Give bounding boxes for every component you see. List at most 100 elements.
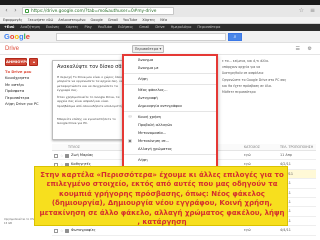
- forward-arrow-icon[interactable]: ›: [12, 7, 19, 14]
- column-modified[interactable]: ΤΕΛ. ΤΡΟΠΟΠΟΙΗΣΗ: [280, 144, 313, 151]
- menu-item[interactable]: Νέος φάκελος...: [124, 86, 216, 94]
- menu-item[interactable]: Δημιουργία αντιγράφου: [124, 102, 216, 110]
- menu-item-label: Λήψη: [138, 158, 148, 162]
- menu-item-label: Δημιουργία αντιγράφου: [138, 104, 182, 108]
- bookmark-item[interactable]: Ξεκινήστε εδώ: [27, 17, 53, 23]
- menu-item[interactable]: Προβολή αλλαγών: [124, 121, 216, 129]
- star-icon[interactable]: ☆: [60, 228, 64, 233]
- file-owner: εγώ: [244, 228, 251, 233]
- menu-item-label: Μετακίνηση σε...: [138, 139, 170, 143]
- browser-toolbar: ‹ › https://drive.google.com/?tab=mo&aut…: [0, 5, 320, 17]
- menu-item-icon: [128, 147, 132, 151]
- caption-text: Στην καρτέλα «Περισσότερα» έχουμε κι άλλ…: [39, 171, 285, 227]
- menu-item-label: Νέος φάκελος...: [138, 88, 168, 92]
- google-bar-item[interactable]: Gmail: [139, 24, 149, 31]
- file-name[interactable]: Ζωή Μαρίας: [71, 151, 93, 160]
- back-arrow-icon[interactable]: ‹: [3, 7, 10, 14]
- search-input[interactable]: [56, 33, 226, 41]
- menu-item[interactable]: ▣ Μετακίνηση σε...: [124, 137, 216, 145]
- search-row: Google ⌕: [0, 31, 320, 43]
- welcome-paragraph: Όταν χρησιμοποιείτε το Google Drive, τα …: [57, 95, 123, 108]
- address-url: https://drive.google.com/?tab=mo&authuse…: [31, 9, 157, 14]
- bookmark-item[interactable]: Απλουστευμένο: [58, 17, 85, 23]
- bookmark-item[interactable]: Gmail: [108, 17, 118, 23]
- menu-item-label: Μετονομασία...: [138, 131, 167, 135]
- menu-item[interactable]: ⚇ Κοινή χρήση: [124, 113, 216, 121]
- menu-item-icon: ⚇: [128, 114, 132, 119]
- menu-item-icon: [128, 123, 132, 127]
- bookmark-item[interactable]: Χάρτες: [142, 17, 155, 23]
- google-bar-item[interactable]: Αναζήτηση: [20, 24, 40, 31]
- column-title[interactable]: ΤΙΤΛΟΣ: [68, 144, 80, 151]
- bookmark-item[interactable]: Νέα: [160, 17, 167, 23]
- menu-item-label: Προβολή αλλαγών: [138, 123, 173, 127]
- create-button[interactable]: ΔΗΜΙΟΥΡΓΙΑ: [5, 58, 33, 66]
- google-bar-item[interactable]: Χάρτες: [65, 24, 78, 31]
- menu-item[interactable]: Άνοιγμα με: [124, 64, 216, 72]
- folder-icon: [65, 153, 69, 158]
- welcome-panel: Ανακαλύψτε τον δίσκο σας × Η περιοχή Το …: [52, 60, 125, 140]
- google-bar: +Εσύ Αναζήτηση Εικόνες Χάρτες Play YouTube Ειδ…: [0, 24, 320, 31]
- menu-item-icon: ▣: [128, 138, 132, 143]
- info-text: Μάθετε περισσότερα: [222, 90, 256, 95]
- menu-separator: [124, 84, 216, 85]
- right-panel-text: ε τα... κείμενα, και ό,τι άλλο. υπάρχουν …: [222, 58, 316, 95]
- google-bar-item[interactable]: Ημερολόγιο: [171, 24, 192, 31]
- menu-item-icon: [128, 96, 132, 100]
- bookmark-item[interactable]: Εφαρμογές: [3, 17, 22, 23]
- lock-icon: [25, 9, 29, 13]
- google-bar-item[interactable]: Ειδήσεις: [118, 24, 133, 31]
- upload-button[interactable]: [29, 58, 38, 66]
- row-checkbox[interactable]: [54, 228, 58, 233]
- sidebar-nav: Το Drive μου Κοινόχρηστα Με αστέρι Πρόσφατα…: [5, 69, 47, 107]
- menu-item-icon: [128, 131, 132, 135]
- search-icon: ⌕: [233, 34, 237, 40]
- menu-item[interactable]: Μετονομασία...: [124, 129, 216, 137]
- google-bar-item[interactable]: +Εσύ: [4, 24, 14, 31]
- drive-title: Drive: [5, 46, 20, 52]
- folder-icon: [65, 228, 69, 233]
- bookmarks-bar: Εφαρμογές Ξεκινήστε εδώ Απλουστευμένο Googl…: [0, 17, 320, 24]
- browser-menu-icons[interactable]: ☆ ≡: [299, 7, 317, 14]
- star-icon[interactable]: ☆: [60, 153, 64, 158]
- welcome-paragraph: Μπορείτε επίσης να εγκαταστήσετε το Goog…: [57, 117, 116, 126]
- file-modified: 11 Απρ: [280, 153, 292, 157]
- google-bar-item[interactable]: YouTube: [98, 24, 112, 31]
- file-name[interactable]: Φωτογραφίες: [71, 226, 96, 235]
- menu-item[interactable]: Λήψη: [124, 75, 216, 83]
- menu-item-label: Αντιγραφή: [138, 96, 158, 100]
- menu-item[interactable]: Αλλαγή χρώματος: [124, 145, 216, 153]
- caption-box: Στην καρτέλα «Περισσότερα» έχουμε κι άλλ…: [34, 166, 288, 226]
- file-modified: 4/4/11: [280, 228, 291, 233]
- google-bar-item[interactable]: Περισσότερα: [197, 24, 220, 31]
- menu-separator: [124, 111, 216, 112]
- bookmark-item[interactable]: YouTube: [123, 17, 137, 23]
- table-row[interactable]: ☆ Φωτογραφίες εγώ 4/4/11: [52, 226, 316, 236]
- sidebar-item[interactable]: Λήψη Drive για PC: [5, 101, 47, 107]
- menu-item[interactable]: Αντιγραφή: [124, 94, 216, 102]
- menu-item-icon: [128, 66, 132, 70]
- search-button[interactable]: ⌕: [228, 33, 242, 41]
- menu-item[interactable]: Λήψη: [124, 156, 216, 164]
- menu-item-label: Άνοιγμα με: [138, 66, 159, 70]
- menu-item[interactable]: Άνοιγμα: [124, 56, 216, 64]
- google-bar-item[interactable]: Play: [84, 24, 91, 31]
- column-owner[interactable]: ΚΑΤΟΧΟΣ: [244, 144, 260, 151]
- row-checkbox[interactable]: [54, 153, 58, 158]
- welcome-paragraph: Η περιοχή Το Drive μου είναι ο χώρος όπο…: [57, 75, 123, 93]
- menu-item-icon: [128, 158, 132, 162]
- google-bar-item[interactable]: Εικόνες: [46, 24, 60, 31]
- google-logo: Google: [4, 33, 30, 41]
- google-bar-item[interactable]: Drive: [155, 24, 164, 31]
- google-logo-letter: e: [25, 32, 30, 41]
- menu-item-icon: [128, 88, 132, 92]
- bookmark-item[interactable]: Google: [90, 17, 102, 23]
- menu-item-label: Λήψη: [138, 77, 148, 81]
- menu-separator: [124, 154, 216, 155]
- more-button[interactable]: Περισσότερα ▾: [132, 45, 164, 53]
- menu-item-label: Άνοιγμα: [138, 58, 154, 62]
- menu-separator: [124, 73, 216, 74]
- address-bar[interactable]: https://drive.google.com/?tab=mo&authuse…: [22, 7, 174, 15]
- view-settings-icons[interactable]: ☰ ⚙: [295, 46, 315, 52]
- file-owner: εγώ: [244, 153, 251, 157]
